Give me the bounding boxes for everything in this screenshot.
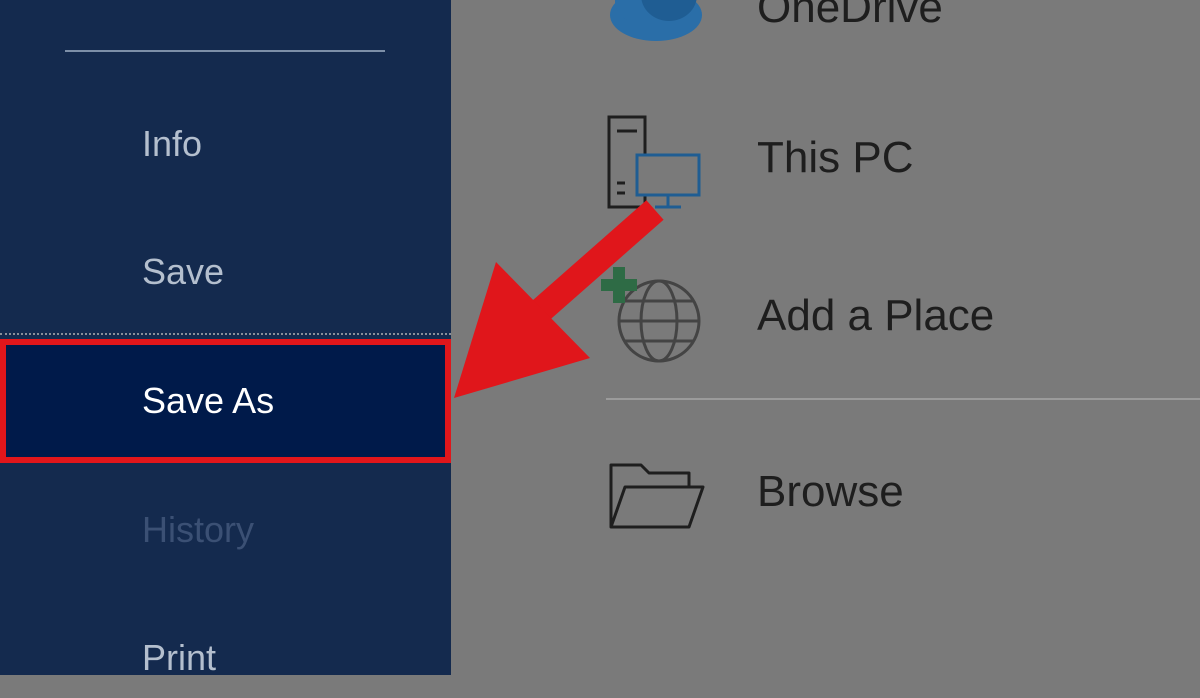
location-this-pc[interactable]: This PC <box>451 98 1200 218</box>
sidebar-item-print[interactable]: Print <box>0 618 451 698</box>
location-label: Add a Place <box>757 291 995 340</box>
sidebar-item-label: Print <box>142 637 217 678</box>
location-label: Browse <box>757 467 904 516</box>
location-label: OneDrive <box>757 0 943 32</box>
sidebar-item-history: History <box>0 490 451 570</box>
location-add-a-place[interactable]: Add a Place <box>451 256 1200 376</box>
sidebar-item-save-as[interactable]: Save As <box>0 339 451 463</box>
sidebar-item-label: Save As <box>142 380 275 421</box>
location-label: This PC <box>757 133 914 182</box>
sidebar-divider <box>65 50 385 52</box>
onedrive-cloud-icon <box>601 0 711 63</box>
add-place-globe-icon <box>601 261 711 371</box>
backstage-sidebar: Info Save Save As History Print <box>0 0 451 678</box>
sidebar-item-info[interactable]: Info <box>0 104 451 184</box>
this-pc-icon <box>601 103 711 213</box>
sidebar-item-label: Info <box>142 123 203 164</box>
folder-open-icon <box>601 437 711 547</box>
sidebar-item-save[interactable]: Save <box>0 232 451 312</box>
selection-focus-dots <box>0 333 451 337</box>
locations-divider <box>606 398 1200 400</box>
save-locations-list: OneDrive This PC Add a Place Browse <box>451 0 1200 675</box>
sidebar-item-label: History <box>142 509 255 550</box>
location-browse[interactable]: Browse <box>451 432 1200 552</box>
location-onedrive[interactable]: OneDrive <box>451 0 1200 68</box>
sidebar-item-label: Save <box>142 251 225 292</box>
